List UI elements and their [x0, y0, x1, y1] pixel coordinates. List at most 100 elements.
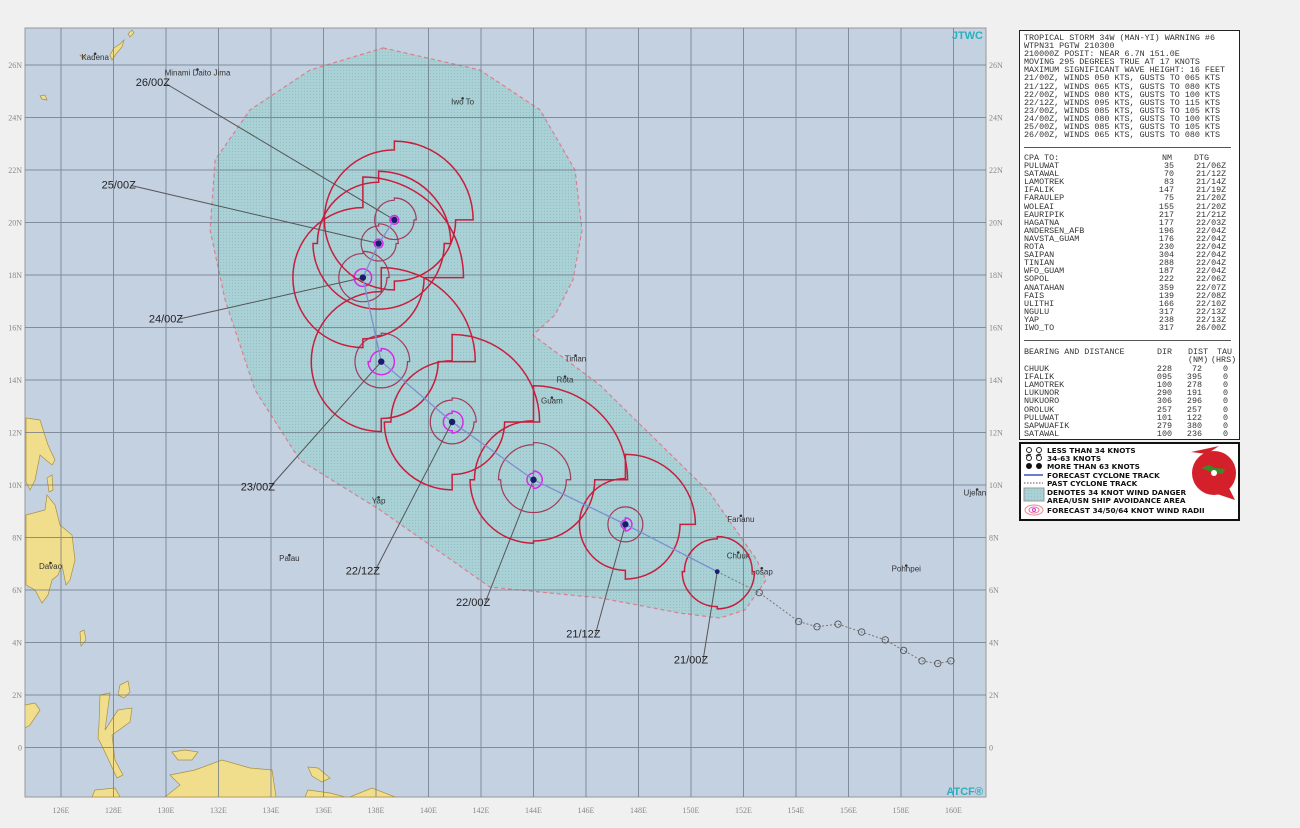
bearing-row-cell: SATAWAL — [1024, 428, 1060, 439]
lon-tick-label: 146E — [578, 806, 595, 815]
lat-tick-label-right: 6N — [989, 586, 999, 595]
bearing-unit-tau: (HRS) — [1211, 355, 1237, 365]
legend-wind-radii: FORECAST 34/50/64 KNOT WIND RADII — [1047, 506, 1205, 515]
place-label-iwo-to: Iwo To — [451, 97, 475, 106]
forecast-position-marker — [378, 358, 385, 365]
bearing-row-cell: 0 — [1222, 428, 1228, 439]
place-label-fananu: Fananu — [727, 515, 754, 524]
forecast-time-label: 24/00Z — [149, 313, 184, 325]
lat-tick-label-left: 26N — [8, 61, 22, 70]
lat-tick-label-right: 24N — [989, 114, 1003, 123]
forecast-position-marker — [622, 521, 629, 528]
place-label-ujelang: Ujelang — [964, 489, 991, 498]
bearing-row: SATAWAL 100 236 0 — [1024, 430, 1231, 438]
place-label-palau: Palau — [279, 554, 299, 563]
place-label-davao: Davao — [39, 562, 63, 571]
wind-radii-icon — [1024, 504, 1044, 516]
bearing-units: (NM) (HRS) — [1024, 355, 1236, 365]
lat-tick-label-right: 22N — [989, 166, 1003, 175]
forecast-time-label: 26/00Z — [136, 77, 171, 89]
tropical-depression-icon — [1026, 447, 1042, 453]
bearing-row-cell: 100 — [1156, 428, 1172, 439]
forecast-time-label: 25/00Z — [102, 179, 137, 191]
legend-more-than-63: MORE THAN 63 KNOTS — [1047, 462, 1140, 471]
lat-tick-label-left: 20N — [8, 219, 22, 228]
jtwc-logo — [1191, 446, 1236, 500]
lat-tick-label-right: 26N — [989, 61, 1003, 70]
lat-tick-label-right: 8N — [989, 534, 999, 543]
lon-tick-label: 156E — [840, 806, 857, 815]
divider — [1024, 147, 1231, 148]
forecast-position-marker — [530, 476, 537, 483]
lat-tick-label-right: 10N — [989, 481, 1003, 490]
lat-tick-label-left: 12N — [8, 429, 22, 438]
lon-tick-label: 138E — [368, 806, 385, 815]
legend-past-track: PAST CYCLONE TRACK — [1047, 479, 1138, 488]
lon-tick-label: 148E — [630, 806, 647, 815]
forecast-position-marker — [359, 274, 367, 281]
warning-line: 26/00Z, WINDS 065 KTS, GUSTS TO 080 KTS — [1024, 130, 1221, 141]
lon-tick-label: 142E — [473, 806, 490, 815]
jtwc-brand: JTWC — [952, 30, 983, 42]
lon-tick-label: 130E — [158, 806, 175, 815]
lat-tick-label-left: 0 — [18, 744, 22, 753]
lon-tick-label: 154E — [788, 806, 805, 815]
lat-tick-label-right: 2N — [989, 691, 999, 700]
lat-tick-label-left: 4N — [12, 639, 22, 648]
lat-tick-label-left: 14N — [8, 376, 22, 385]
lon-tick-label: 128E — [105, 806, 122, 815]
lat-tick-label-right: 4N — [989, 639, 999, 648]
cpa-row-cell: IWO_TO — [1024, 323, 1055, 333]
warning-summary: TROPICAL STORM 34W (MAN-YI) WARNING #6 WT… — [1024, 34, 1225, 141]
typhoon-icon — [1026, 463, 1042, 469]
lat-tick-label-left: 22N — [8, 166, 22, 175]
place-label-kadena: Kadena — [81, 53, 109, 62]
warning-text-panel: TROPICAL STORM 34W (MAN-YI) WARNING #6 WT… — [1019, 30, 1240, 440]
lon-tick-label: 160E — [945, 806, 962, 815]
lat-tick-label-right: 20N — [989, 219, 1003, 228]
legend-avoidance-area: AREA/USN SHIP AVOIDANCE AREA — [1047, 496, 1186, 505]
lat-tick-label-left: 18N — [8, 271, 22, 280]
tropical-storm-icon — [1025, 453, 1042, 461]
place-label-guam: Guam — [541, 397, 563, 406]
forecast-time-label: 22/12Z — [346, 565, 381, 577]
lat-tick-label-right: 12N — [989, 429, 1003, 438]
forecast-time-label: 21/00Z — [674, 655, 709, 667]
bearing-row-cell: 236 — [1186, 428, 1202, 439]
lat-tick-label-right: 18N — [989, 271, 1003, 280]
forecast-time-label: 22/00Z — [456, 597, 491, 609]
bearing-title: BEARING AND DISTANCE — [1024, 347, 1125, 357]
cpa-row-cell: 317 — [1158, 323, 1174, 333]
danger-area-icon — [1023, 487, 1045, 502]
lat-tick-label-left: 10N — [8, 481, 22, 490]
lon-tick-label: 150E — [683, 806, 700, 815]
lat-tick-label-left: 24N — [8, 114, 22, 123]
bearing-col-dir: DIR — [1157, 347, 1173, 357]
lon-tick-label: 152E — [735, 806, 752, 815]
lon-tick-label: 158E — [893, 806, 910, 815]
place-label-rota: Rota — [557, 376, 574, 385]
cpa-row-cell: 26/00Z — [1196, 323, 1227, 333]
atcf-brand: ATCF® — [946, 786, 983, 798]
place-label-tinian: Tinian — [565, 355, 587, 364]
lon-tick-label: 134E — [263, 806, 280, 815]
lon-tick-label: 136E — [315, 806, 332, 815]
lon-tick-label: 132E — [210, 806, 227, 815]
lat-tick-label-left: 16N — [8, 324, 22, 333]
place-label-pohnpei: Pohnpei — [892, 565, 922, 574]
lat-tick-label-left: 2N — [12, 691, 22, 700]
lat-tick-label-right: 0 — [989, 744, 993, 753]
place-label-yap: Yap — [372, 496, 386, 505]
lat-tick-label-left: 6N — [12, 586, 22, 595]
place-label-minami-daito-jima: Minami Daito Jima — [165, 69, 231, 78]
forecast-position-marker — [391, 216, 398, 224]
cpa-row: IWO_TO 317 26/00Z — [1024, 324, 1231, 332]
lon-tick-label: 144E — [525, 806, 542, 815]
forecast-position-marker — [448, 418, 456, 426]
forecast-position-marker — [714, 569, 720, 575]
lat-tick-label-right: 14N — [989, 376, 1003, 385]
divider — [1024, 340, 1231, 341]
bearing-unit-dist: (NM) — [1188, 355, 1209, 365]
lon-tick-label: 140E — [420, 806, 437, 815]
lat-tick-label-right: 16N — [989, 324, 1003, 333]
